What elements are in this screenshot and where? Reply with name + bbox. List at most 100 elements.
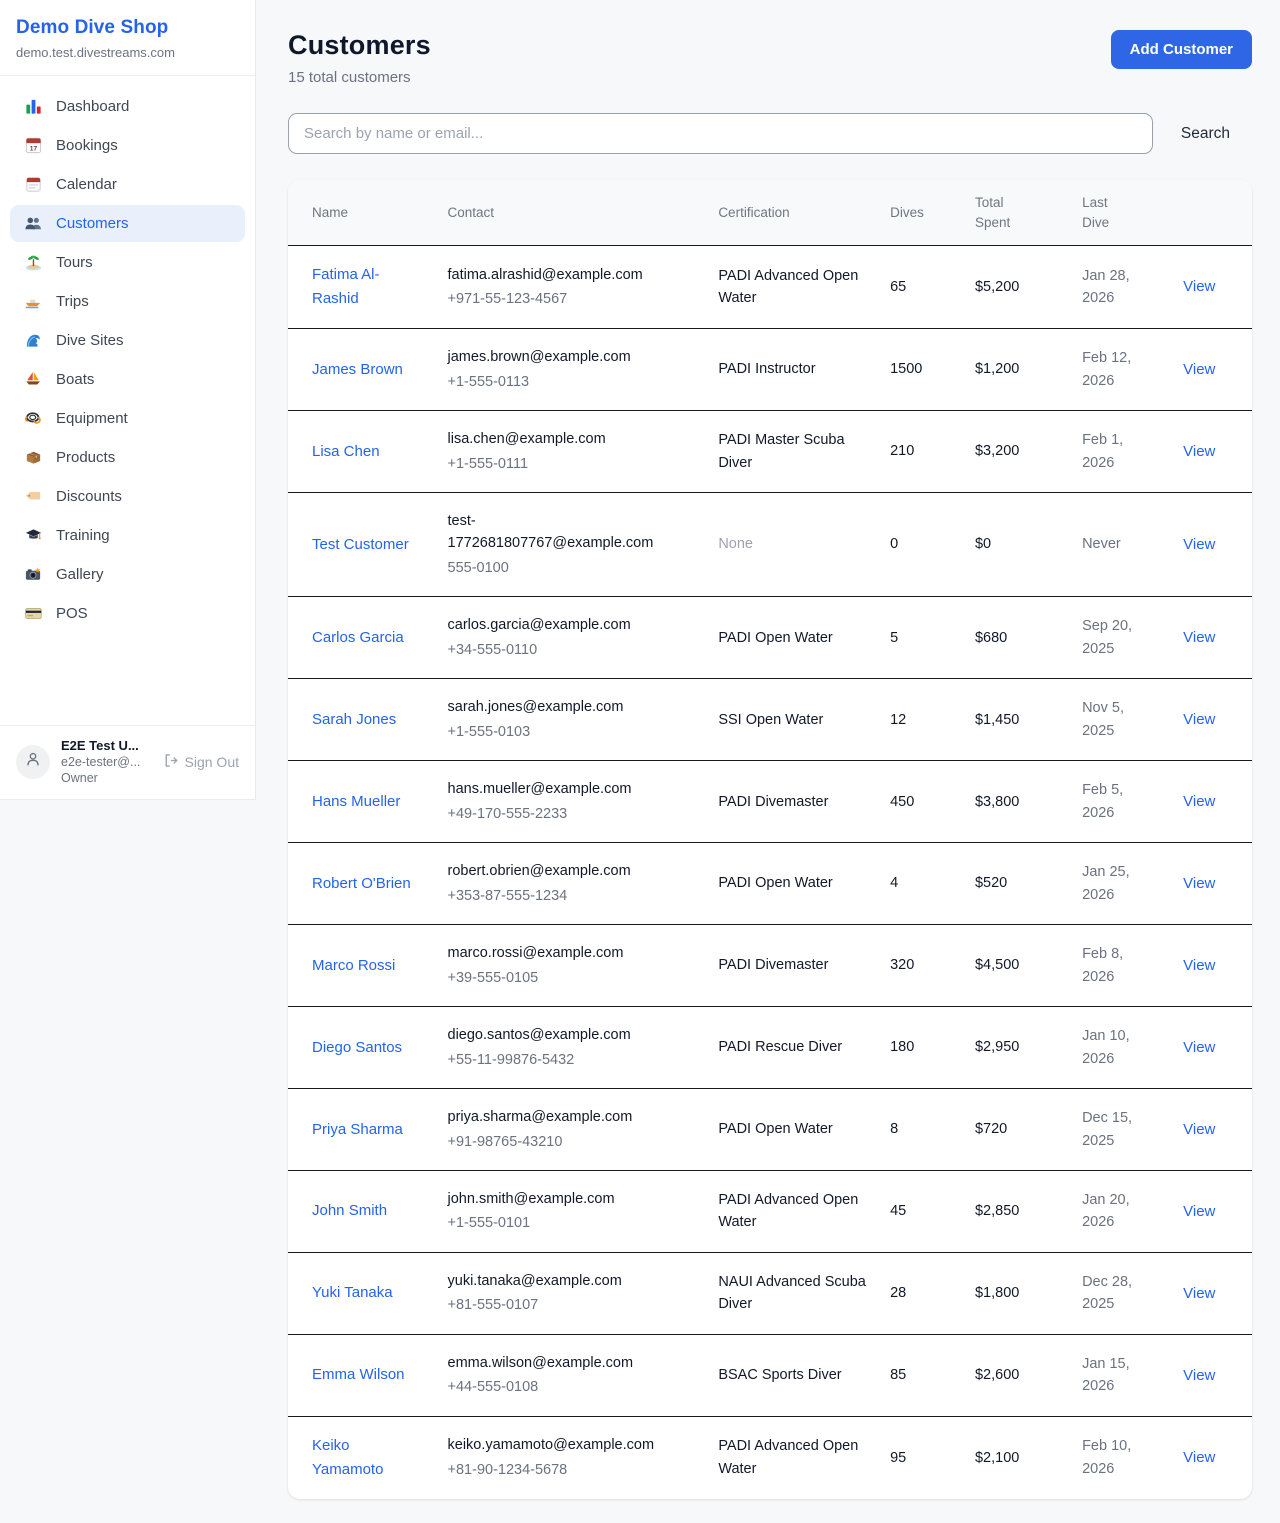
view-link[interactable]: View <box>1183 1203 1215 1220</box>
customer-name-link[interactable]: Marco Rossi <box>312 954 395 978</box>
customer-total-spent: $4,500 <box>963 925 1070 1007</box>
customer-name-link[interactable]: Yuki Tanaka <box>312 1281 393 1305</box>
sidebar-item-equipment[interactable]: Equipment <box>10 400 245 437</box>
customer-name-link[interactable]: Test Customer <box>312 533 409 557</box>
customer-phone: +39-555-0105 <box>448 967 666 989</box>
customer-name-link[interactable]: James Brown <box>312 358 403 382</box>
sidebar-item-dashboard[interactable]: Dashboard <box>10 88 245 125</box>
table-row: Lisa Chen lisa.chen@example.com +1-555-0… <box>288 411 1252 493</box>
customer-email: yuki.tanaka@example.com <box>448 1270 666 1292</box>
sidebar-item-trips[interactable]: Trips <box>10 283 245 320</box>
customer-last-dive: Feb 5, 2026 <box>1070 761 1171 843</box>
table-row: Priya Sharma priya.sharma@example.com +9… <box>288 1089 1252 1171</box>
sidebar-item-training[interactable]: Training <box>10 517 245 554</box>
customer-name-link[interactable]: Priya Sharma <box>312 1118 403 1142</box>
customer-total-spent: $2,950 <box>963 1007 1070 1089</box>
sidebar-item-boats[interactable]: Boats <box>10 361 245 398</box>
view-link[interactable]: View <box>1183 875 1215 892</box>
view-link[interactable]: View <box>1183 629 1215 646</box>
sidebar-item-calendar[interactable]: Calendar <box>10 166 245 203</box>
page-title: Customers <box>288 30 431 61</box>
user-email: e2e-tester@... <box>61 755 151 769</box>
view-link[interactable]: View <box>1183 793 1215 810</box>
sidebar-item-bookings[interactable]: 17Bookings <box>10 127 245 164</box>
table-row: Diego Santos diego.santos@example.com +5… <box>288 1007 1252 1089</box>
wave-icon <box>24 331 43 350</box>
view-link[interactable]: View <box>1183 1285 1215 1302</box>
customer-total-spent: $2,600 <box>963 1334 1070 1416</box>
search-button[interactable]: Search <box>1153 125 1252 143</box>
page-header: Customers 15 total customers Add Custome… <box>288 30 1252 86</box>
customer-phone: +353-87-555-1234 <box>448 885 666 907</box>
customer-certification: PADI Open Water <box>718 875 832 891</box>
customer-name-link[interactable]: John Smith <box>312 1199 387 1223</box>
view-link[interactable]: View <box>1183 443 1215 460</box>
customer-last-dive: Feb 1, 2026 <box>1070 411 1171 493</box>
customer-phone: +81-555-0107 <box>448 1294 666 1316</box>
customer-dives: 4 <box>878 843 963 925</box>
sailboat-icon <box>24 370 43 389</box>
table-row: Yuki Tanaka yuki.tanaka@example.com +81-… <box>288 1252 1252 1334</box>
search-row: Search <box>288 113 1252 154</box>
customer-last-dive: Jan 25, 2026 <box>1070 843 1171 925</box>
customer-name-link[interactable]: Lisa Chen <box>312 440 380 464</box>
speedboat-icon <box>24 292 43 311</box>
main-content: Customers 15 total customers Add Custome… <box>256 0 1280 1523</box>
people-icon <box>24 214 43 233</box>
sidebar-item-discounts[interactable]: Discounts <box>10 478 245 515</box>
view-link[interactable]: View <box>1183 536 1215 553</box>
view-link[interactable]: View <box>1183 957 1215 974</box>
avatar <box>16 745 50 779</box>
customer-name-link[interactable]: Carlos Garcia <box>312 626 404 650</box>
view-link[interactable]: View <box>1183 711 1215 728</box>
sidebar: Demo Dive Shop demo.test.divestreams.com… <box>0 0 256 800</box>
view-link[interactable]: View <box>1183 1039 1215 1056</box>
customer-name-link[interactable]: Fatima Al-Rashid <box>312 263 424 311</box>
sidebar-item-tours[interactable]: Tours <box>10 244 245 281</box>
sign-out-label: Sign Out <box>185 754 239 770</box>
sidebar-item-label: Gallery <box>56 566 104 583</box>
user-name: E2E Test U... <box>61 738 151 753</box>
add-customer-button[interactable]: Add Customer <box>1111 30 1252 69</box>
customer-dives: 8 <box>878 1089 963 1171</box>
customer-email: priya.sharma@example.com <box>448 1106 666 1128</box>
view-link[interactable]: View <box>1183 1449 1215 1466</box>
view-link[interactable]: View <box>1183 1367 1215 1384</box>
customer-name-link[interactable]: Keiko Yamamoto <box>312 1434 424 1482</box>
customer-total-spent: $1,200 <box>963 329 1070 411</box>
island-icon <box>24 253 43 272</box>
customer-name-link[interactable]: Hans Mueller <box>312 790 400 814</box>
sidebar-item-products[interactable]: Products <box>10 439 245 476</box>
camera-icon <box>24 565 43 584</box>
customer-dives: 0 <box>878 493 963 597</box>
customer-last-dive: Feb 12, 2026 <box>1070 329 1171 411</box>
sidebar-item-dive-sites[interactable]: Dive Sites <box>10 322 245 359</box>
customer-certification: PADI Master Scuba Diver <box>718 432 844 470</box>
view-link[interactable]: View <box>1183 361 1215 378</box>
customer-name-link[interactable]: Sarah Jones <box>312 708 396 732</box>
search-input[interactable] <box>288 113 1153 154</box>
table-row: Keiko Yamamoto keiko.yamamoto@example.co… <box>288 1416 1252 1499</box>
customer-name-link[interactable]: Robert O'Brien <box>312 872 411 896</box>
sidebar-item-customers[interactable]: Customers <box>10 205 245 242</box>
customer-total-spent: $5,200 <box>963 246 1070 329</box>
customer-dives: 28 <box>878 1252 963 1334</box>
customer-certification: NAUI Advanced Scuba Diver <box>718 1274 866 1312</box>
column-header-certification: Certification <box>706 180 878 246</box>
table-row: James Brown james.brown@example.com +1-5… <box>288 329 1252 411</box>
customer-dives: 5 <box>878 597 963 679</box>
customer-dives: 210 <box>878 411 963 493</box>
customer-name-link[interactable]: Emma Wilson <box>312 1363 405 1387</box>
view-link[interactable]: View <box>1183 278 1215 295</box>
sign-out-button[interactable]: Sign Out <box>162 752 239 772</box>
table-row: Emma Wilson emma.wilson@example.com +44-… <box>288 1334 1252 1416</box>
table-row: Hans Mueller hans.mueller@example.com +4… <box>288 761 1252 843</box>
sidebar-item-gallery[interactable]: Gallery <box>10 556 245 593</box>
customer-email: test-1772681807767@example.com <box>448 510 666 555</box>
sidebar-nav: Dashboard17BookingsCalendarCustomersTour… <box>0 76 255 640</box>
sidebar-item-label: Discounts <box>56 488 122 505</box>
sidebar-item-pos[interactable]: POS <box>10 595 245 632</box>
view-link[interactable]: View <box>1183 1121 1215 1138</box>
customer-name-link[interactable]: Diego Santos <box>312 1036 402 1060</box>
customer-certification: PADI Instructor <box>718 361 815 377</box>
